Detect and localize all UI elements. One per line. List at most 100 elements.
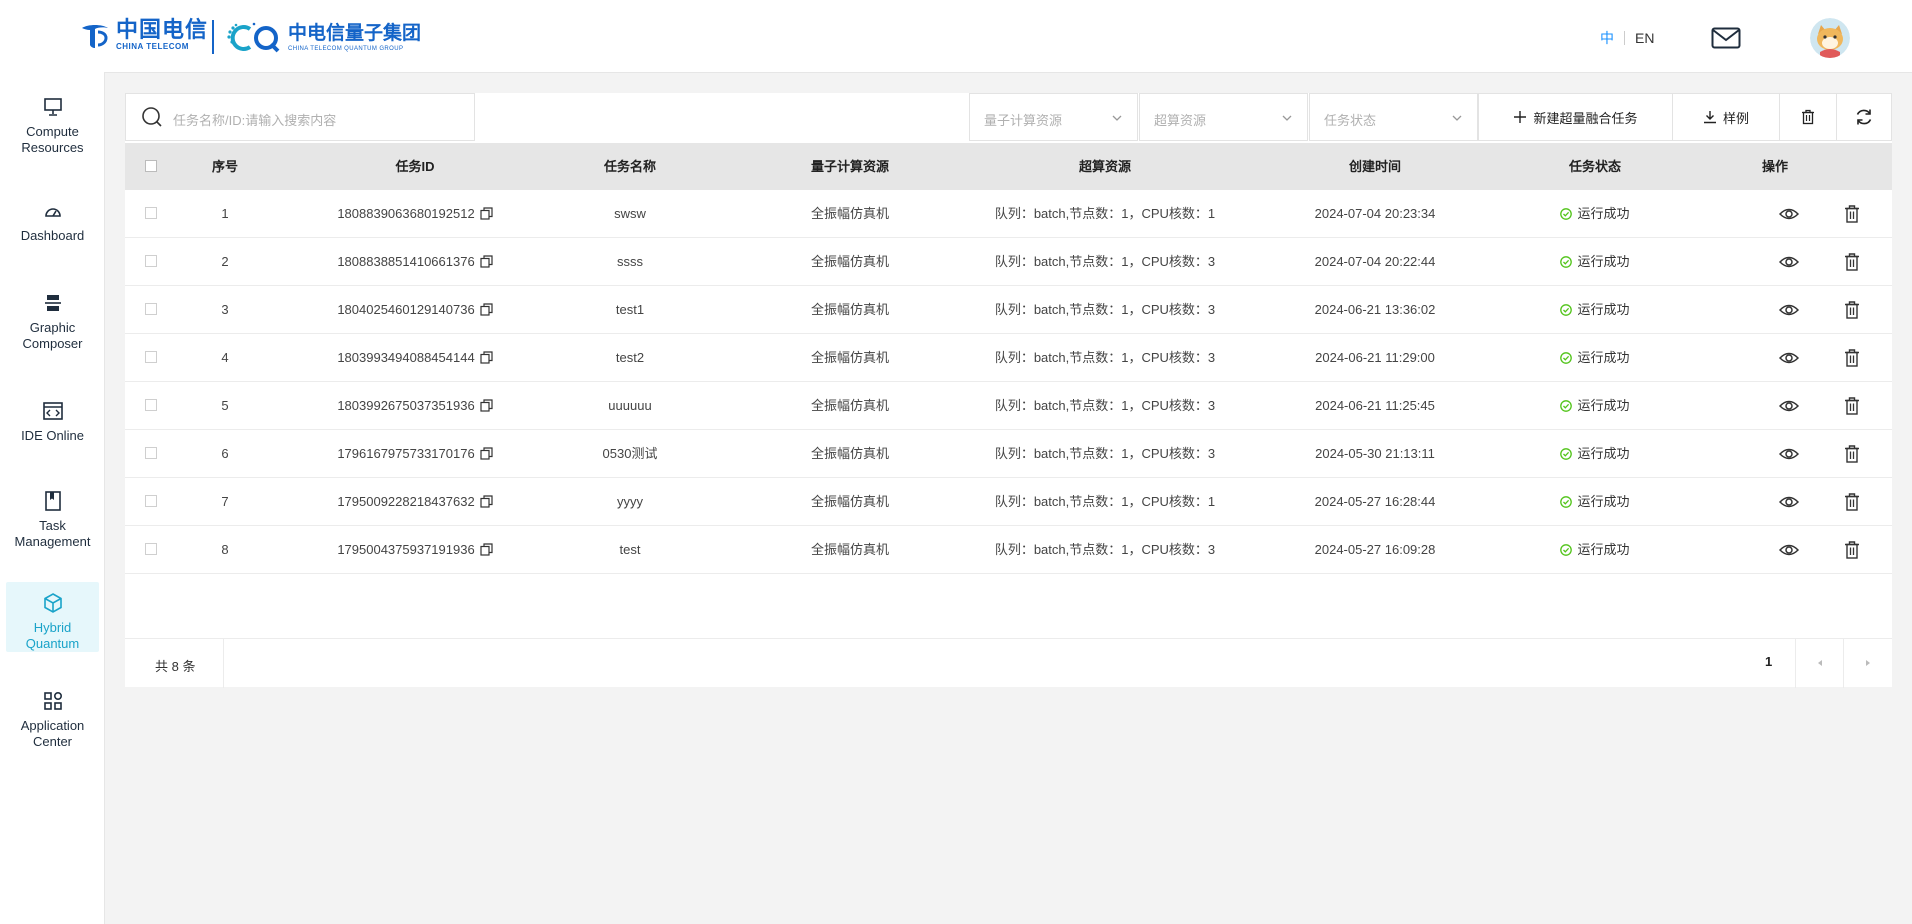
delete-trash-icon[interactable] [1842,349,1862,367]
supercomputing-resource-select[interactable]: 超算资源 [1139,93,1308,141]
cell-supercomputing-resource: 队列：batch,节点数：1，CPU核数：3 [994,542,1216,557]
column-header-task-status: 任务状态 [1568,159,1621,174]
view-eye-icon[interactable] [1779,253,1799,271]
next-page-button[interactable] [1843,639,1893,688]
task-status-select[interactable]: 任务状态 [1309,93,1478,141]
task-id-text: 1803992675037351936 [337,398,475,413]
delete-trash-icon[interactable] [1842,445,1862,463]
user-avatar-icon[interactable] [1810,18,1850,58]
sidebar-item-label: Dashboard [20,228,85,243]
delete-trash-icon[interactable] [1842,253,1862,271]
cell-index: 1 [221,206,229,221]
row-checkbox[interactable] [145,255,157,267]
task-id-text: 1803993494088454144 [337,350,475,365]
table-row: 7 1795009228218437632 yyyy 全振幅仿真机 队列：batch,节… [125,478,1892,526]
select-all-checkbox[interactable] [145,160,157,172]
sidebar-item-graphic-composer[interactable]: Graphic Composer [6,292,99,352]
sidebar-item-application-center[interactable]: Application Center [6,690,99,750]
cell-quantum-resource: 全振幅仿真机 [810,446,889,461]
row-checkbox[interactable] [145,447,157,459]
example-download-button[interactable]: 样例 [1672,93,1780,141]
view-eye-icon[interactable] [1779,541,1799,559]
copy-icon[interactable] [480,399,493,412]
cell-index: 7 [221,494,229,509]
new-hybrid-task-label: 新建超量融合任务 [1533,110,1638,126]
copy-icon[interactable] [480,351,493,364]
copy-icon[interactable] [480,543,493,556]
sidebar-item-label: IDE Online [21,428,84,443]
row-checkbox[interactable] [145,495,157,507]
view-eye-icon[interactable] [1779,349,1799,367]
batch-delete-button[interactable] [1779,93,1837,141]
prev-page-button[interactable] [1795,639,1845,688]
sidebar-item-label: Application Center [20,718,85,749]
view-eye-icon[interactable] [1779,493,1799,511]
sidebar-item-hybrid-quantum[interactable]: Hybrid Quantum [6,582,99,652]
sidebar-item-task-management[interactable]: Task Management [6,490,99,550]
view-eye-icon[interactable] [1779,397,1799,415]
copy-icon[interactable] [480,447,493,460]
view-eye-icon[interactable] [1779,301,1799,319]
row-checkbox[interactable] [145,303,157,315]
cell-task-id: 1795009228218437632 [305,478,525,525]
cell-quantum-resource: 全振幅仿真机 [810,494,889,509]
refresh-button[interactable] [1836,93,1892,141]
mail-icon[interactable] [1711,27,1741,49]
status-text: 运行成功 [1577,446,1630,461]
cell-index: 8 [221,542,229,557]
delete-trash-icon[interactable] [1842,541,1862,559]
delete-trash-icon[interactable] [1842,205,1862,223]
column-header-task-id: 任务ID [395,159,435,174]
copy-icon[interactable] [480,207,493,220]
row-checkbox[interactable] [145,207,157,219]
cell-task-status: 运行成功 [1505,334,1685,381]
row-checkbox[interactable] [145,351,157,363]
row-checkbox[interactable] [145,399,157,411]
status-text: 运行成功 [1577,350,1630,365]
china-telecom-logo[interactable]: 中国电信 CHINA TELECOM [78,18,208,52]
task-id-text: 1804025460129140736 [337,302,475,317]
view-eye-icon[interactable] [1779,445,1799,463]
cell-task-id: 1803993494088454144 [305,334,525,381]
row-checkbox[interactable] [145,543,157,555]
sidebar-item-ide-online[interactable]: IDE Online [6,400,99,444]
sidebar-item-dashboard[interactable]: Dashboard [6,200,99,244]
view-eye-icon[interactable] [1779,205,1799,223]
cell-supercomputing-resource: 队列：batch,节点数：1，CPU核数：3 [994,254,1216,269]
delete-trash-icon[interactable] [1842,493,1862,511]
delete-trash-icon[interactable] [1842,397,1862,415]
column-header-supercomputing-resource: 超算资源 [1078,159,1131,174]
quantum-group-logo[interactable]: 中电信量子集团 CHINA TELECOM QUANTUM GROUP [226,20,421,56]
lang-en-option[interactable]: EN [1635,30,1654,46]
caret-left-icon [1818,660,1822,666]
quantum-resource-select[interactable]: 量子计算资源 [969,93,1138,141]
chevron-down-icon [1452,115,1462,121]
table-row: 2 1808838851410661376 ssss 全振幅仿真机 队列：batch,节… [125,238,1892,286]
search-input[interactable]: 任务名称/ID:请输入搜索内容 [125,93,475,141]
table-row: 5 1803992675037351936 uuuuuu 全振幅仿真机 队列：batch… [125,382,1892,430]
current-page-number[interactable]: 1 [1765,654,1772,669]
sidebar-item-label: Hybrid Quantum [25,620,80,651]
new-hybrid-task-button[interactable]: 新建超量融合任务 [1478,93,1673,141]
chevron-down-icon [1282,115,1292,121]
copy-icon[interactable] [480,303,493,316]
cell-index: 6 [221,446,229,461]
table-header: 序号 任务ID 任务名称 量子计算资源 超算资源 创建时间 任务状态 操作 [125,143,1892,190]
cell-supercomputing-resource: 队列：batch,节点数：1，CPU核数：1 [994,494,1216,509]
supercomputing-resource-placeholder: 超算资源 [1154,113,1207,128]
lang-zh-option[interactable]: 中 [1600,28,1614,48]
apps-grid-icon [43,691,62,710]
success-check-icon [1560,352,1573,364]
cell-task-name: test1 [615,302,645,317]
sidebar-item-compute-resources[interactable]: Compute Resources [6,96,99,156]
success-check-icon [1560,208,1573,220]
plus-icon [1514,111,1527,123]
delete-trash-icon[interactable] [1842,301,1862,319]
status-text: 运行成功 [1577,206,1630,221]
book-icon [44,491,61,511]
task-table: 序号 任务ID 任务名称 量子计算资源 超算资源 创建时间 任务状态 操作 1 1… [125,143,1893,688]
copy-icon[interactable] [480,495,493,508]
cell-quantum-resource: 全振幅仿真机 [810,350,889,365]
copy-icon[interactable] [480,255,493,268]
quantum-logo-icon [227,22,280,53]
